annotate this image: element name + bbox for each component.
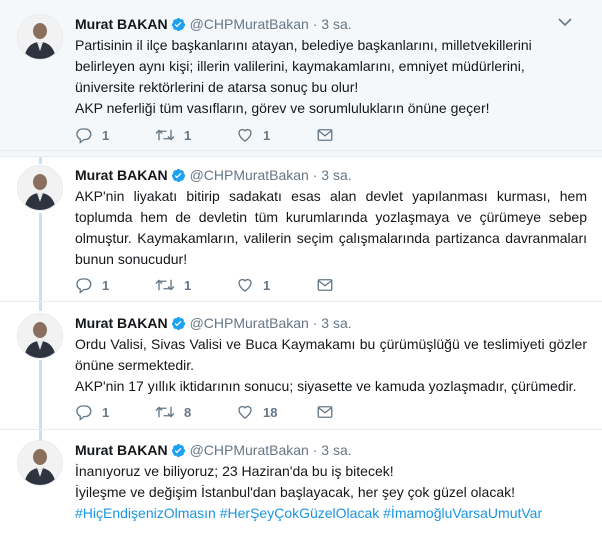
author-name[interactable]: Murat BAKAN (75, 315, 168, 331)
reply-icon (76, 278, 92, 294)
reply-icon (76, 128, 92, 144)
like-count: 1 (263, 277, 271, 293)
verified-badge-icon (171, 168, 186, 187)
like-button[interactable]: 1 (236, 125, 270, 145)
reply-button[interactable]: 1 (75, 402, 109, 422)
hashtag-line: #HiçEndişenizOlmasın #HerŞeyÇokGüzelOlac… (75, 503, 587, 524)
author-handle[interactable]: @CHPMuratBakan (190, 315, 309, 331)
tweet-line: Partisinin il ilçe başkanlarını atayan, … (75, 37, 532, 95)
retweet-button[interactable]: 8 (155, 402, 191, 422)
tweet-line: AKP'nin liyakatı bitirip sadakatı esas a… (75, 188, 587, 267)
author-name[interactable]: Murat BAKAN (75, 16, 168, 32)
hashtag-link[interactable]: #HiçEndişenizOlmasın (75, 505, 216, 521)
retweet-icon (155, 406, 175, 418)
heart-icon (238, 405, 252, 419)
retweet-button[interactable]: 1 (155, 125, 191, 145)
timestamp[interactable]: 3 sa. (321, 315, 351, 331)
tweet[interactable]: Murat BAKAN @CHPMuratBakan · 3 sa. Partis… (0, 0, 602, 157)
tweet[interactable]: Murat BAKAN @CHPMuratBakan · 3 sa. AKP'ni… (0, 150, 602, 302)
heart-icon (238, 128, 252, 142)
avatar[interactable] (17, 165, 63, 211)
separator-dot: · (312, 16, 318, 32)
envelope-icon (317, 406, 333, 418)
tweet-line: AKP'nin 17 yıllık iktidarının sonucu; si… (75, 378, 577, 394)
heart-icon (238, 278, 252, 292)
hashtag-link[interactable]: #İmamoğluVarsaUmutVar (383, 505, 542, 521)
tweet[interactable]: Murat BAKAN @CHPMuratBakan · 3 sa. İnanıy… (0, 426, 602, 538)
separator-dot: · (312, 315, 318, 331)
reply-count: 1 (102, 277, 110, 293)
avatar[interactable] (17, 313, 63, 359)
author-handle[interactable]: @CHPMuratBakan (190, 167, 309, 183)
envelope-icon (317, 279, 333, 291)
author-handle[interactable]: @CHPMuratBakan (190, 442, 309, 458)
timestamp[interactable]: 3 sa. (321, 167, 351, 183)
reply-button[interactable]: 1 (75, 125, 109, 145)
reply-button[interactable]: 1 (75, 275, 109, 295)
direct-message-button[interactable] (316, 125, 334, 145)
tweet-header: Murat BAKAN @CHPMuratBakan · 3 sa. (75, 314, 572, 335)
avatar[interactable] (17, 14, 63, 60)
author-name[interactable]: Murat BAKAN (75, 442, 168, 458)
like-button[interactable]: 1 (236, 275, 270, 295)
hashtag-link[interactable]: #HerŞeyÇokGüzelOlacak (220, 505, 380, 521)
timestamp[interactable]: 3 sa. (321, 442, 351, 458)
reply-count: 1 (102, 404, 110, 420)
tweet-header: Murat BAKAN @CHPMuratBakan · 3 sa. (75, 441, 572, 462)
tweet-text: İnanıyoruz ve biliyoruz; 23 Haziran'da b… (75, 461, 587, 524)
author-handle[interactable]: @CHPMuratBakan (190, 16, 309, 32)
chevron-down-icon[interactable] (558, 17, 572, 27)
tweet-line: AKP neferliği tüm vasıfların, görev ve s… (75, 100, 490, 116)
envelope-icon (317, 129, 333, 141)
retweet-button[interactable]: 1 (155, 275, 191, 295)
direct-message-button[interactable] (316, 402, 334, 422)
reply-icon (76, 405, 92, 421)
tweet-text: Ordu Valisi, Sivas Valisi ve Buca Kaymak… (75, 334, 587, 397)
tweet-line: İnanıyoruz ve biliyoruz; 23 Haziran'da b… (75, 463, 394, 479)
author-name[interactable]: Murat BAKAN (75, 167, 168, 183)
tweet-text: Partisinin il ilçe başkanlarını atayan, … (75, 35, 587, 119)
tweet-header: Murat BAKAN @CHPMuratBakan · 3 sa. (75, 15, 572, 36)
separator-dot: · (312, 167, 318, 183)
retweet-icon (155, 129, 175, 141)
verified-badge-icon (171, 17, 186, 36)
retweet-icon (155, 279, 175, 291)
tweet-text: AKP'nin liyakatı bitirip sadakatı esas a… (75, 186, 587, 270)
like-button[interactable]: 18 (236, 402, 277, 422)
verified-badge-icon (171, 443, 186, 462)
like-count: 1 (263, 127, 271, 143)
retweet-count: 8 (184, 404, 192, 420)
avatar[interactable] (17, 440, 63, 486)
verified-badge-icon (171, 316, 186, 335)
separator-dot: · (312, 442, 318, 458)
tweet[interactable]: Murat BAKAN @CHPMuratBakan · 3 sa. Ordu V… (0, 299, 602, 430)
tweet-line: İyileşme ve değişim İstanbul'dan başlaya… (75, 484, 516, 500)
direct-message-button[interactable] (316, 275, 334, 295)
like-count: 18 (263, 404, 278, 420)
retweet-count: 1 (184, 127, 192, 143)
tweet-header: Murat BAKAN @CHPMuratBakan · 3 sa. (75, 166, 572, 187)
timestamp[interactable]: 3 sa. (321, 16, 351, 32)
reply-count: 1 (102, 127, 110, 143)
retweet-count: 1 (184, 277, 192, 293)
tweet-line: Ordu Valisi, Sivas Valisi ve Buca Kaymak… (75, 336, 587, 373)
